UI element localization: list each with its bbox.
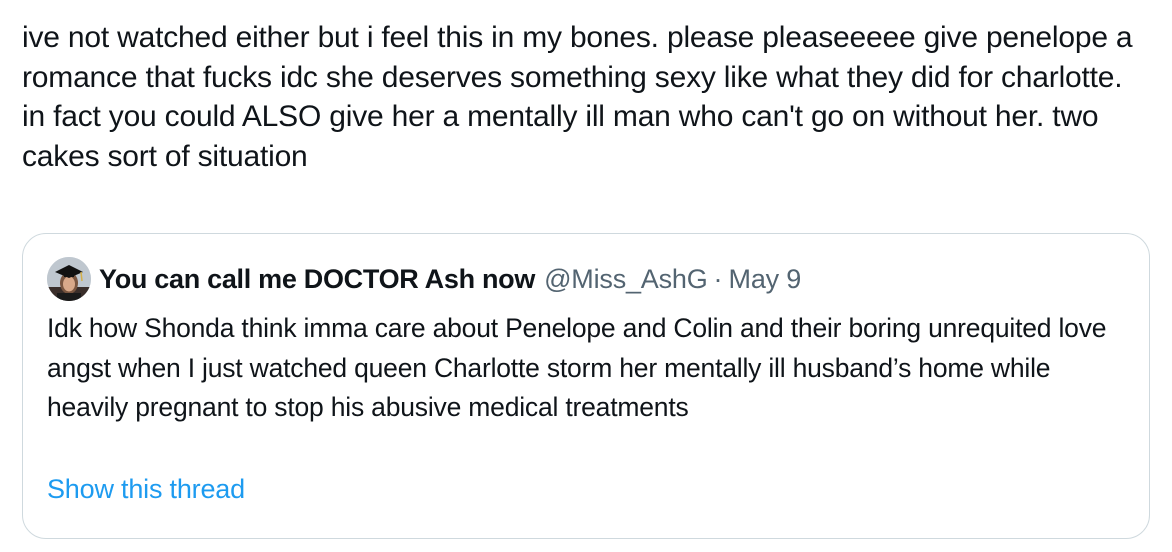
separator-dot: · [713, 263, 723, 294]
graduation-cap-avatar-icon [47, 257, 91, 301]
quoted-tweet-header: You can call me DOCTOR Ash now @Miss_Ash… [47, 257, 801, 301]
quoted-tweet-card[interactable]: You can call me DOCTOR Ash now @Miss_Ash… [22, 233, 1150, 539]
tweet-date[interactable]: May 9 [729, 264, 802, 295]
author-name[interactable]: You can call me DOCTOR Ash now [99, 264, 535, 295]
tweet-text: ive not watched either but i feel this i… [22, 21, 1133, 173]
author-avatar-icon[interactable] [47, 257, 91, 301]
show-thread-link[interactable]: Show this thread [47, 474, 245, 505]
quoted-tweet-text: Idk how Shonda think imma care about Pen… [47, 313, 1107, 423]
author-handle[interactable]: @Miss_AshG [544, 264, 708, 295]
